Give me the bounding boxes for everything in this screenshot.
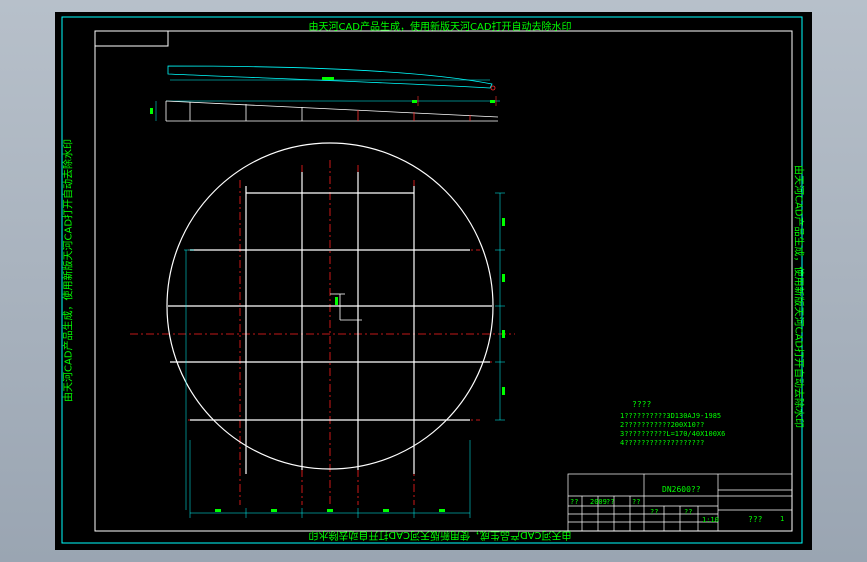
watermark-bottom: 由天河CAD产品生成，使用新版天河CAD打开自动去除水印 [308,529,572,540]
corner-code-box [94,30,169,47]
note-line-4: 4??????????????????? [620,439,705,447]
outer-frame [61,16,803,544]
note-line-2: 2???????????200X10?? [620,421,705,429]
cad-viewer: 由天河CAD产品生成，使用新版天河CAD打开自动去除水印 由天河CAD产品生成，… [0,0,867,562]
profile-dimension-label [322,77,334,80]
center-label [335,297,338,305]
drawing-number: ??? [748,515,763,524]
cad-drawing [61,16,803,544]
title-cell-2: 2009 [590,498,607,506]
title-cell-4: ?? [632,498,641,506]
watermark-top: 由天河CAD产品生成，使用新版天河CAD打开自动去除水印 [308,22,572,33]
title-cell-6: ?? [684,508,693,516]
right-dimension-labels [502,218,505,395]
drawing-name: DN2600?? [662,485,701,494]
watermark-right: 由天河CAD产品生成，使用新版天河CAD打开自动去除水印 [792,164,804,429]
title-cell-5: ?? [650,508,659,516]
right-dimension-chain [495,192,505,421]
watermark-left: 由天河CAD产品生成，使用新版天河CAD打开自动去除水印 [63,138,75,403]
inner-frame [94,30,793,532]
centerlines [130,160,515,505]
title-cell-1: ?? [570,498,579,506]
center-marker [330,293,362,321]
left-extension-lines [184,249,194,510]
notes-title: ???? [632,400,652,409]
title-cell-3: ?? [606,498,615,506]
sheet-number: 1 [780,515,785,523]
profile-end-marker [490,85,496,91]
note-line-3: 3??????????L=170/40X100X6 [620,430,726,438]
bottom-dimension-labels [215,509,445,512]
scale-value: 1:10 [702,516,719,524]
note-line-1: 1??????????3D130AJ9-1985 [620,412,722,420]
section-strip [150,96,500,122]
